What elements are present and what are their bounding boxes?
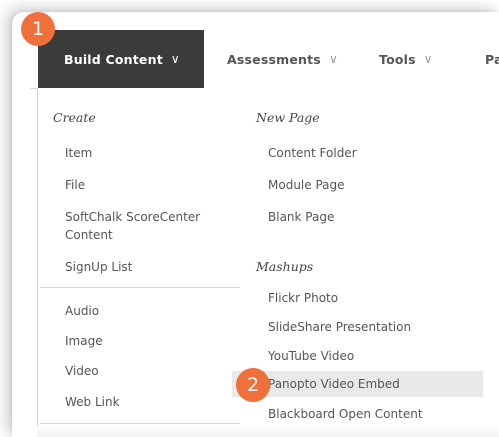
menu-divider (40, 287, 240, 288)
menu-item-blackboard-open-content[interactable]: Blackboard Open Content (268, 406, 423, 423)
menu-item-flickr-photo[interactable]: Flickr Photo (268, 290, 338, 307)
menu-item-file[interactable]: File (65, 177, 85, 194)
new-page-heading: New Page (256, 110, 320, 125)
menu-item-item[interactable]: Item (65, 145, 92, 162)
menu-item-signup-list[interactable]: SignUp List (65, 259, 132, 276)
menu-item-softchalk[interactable]: SoftChalk ScoreCenter (65, 209, 200, 226)
menu-item-video[interactable]: Video (65, 363, 99, 380)
tools-menu-button[interactable]: Tools ∨ (379, 30, 433, 88)
menu-divider (40, 423, 240, 424)
mashups-heading: Mashups (256, 259, 314, 274)
partial-menu-label: Pa (485, 51, 499, 67)
assessments-label: Assessments (227, 51, 321, 67)
step-2-badge: 2 (236, 368, 270, 402)
menu-item-softchalk-line2[interactable]: Content (65, 227, 113, 244)
step-1-badge: 1 (21, 12, 55, 46)
create-heading: Create (53, 110, 96, 125)
bottom-fade (37, 426, 499, 437)
menu-item-image[interactable]: Image (65, 333, 103, 350)
menu-item-slideshare[interactable]: SlideShare Presentation (268, 319, 411, 336)
menu-item-youtube-video[interactable]: YouTube Video (268, 348, 354, 365)
menu-item-panopto-video-embed[interactable]: Panopto Video Embed (268, 376, 400, 393)
build-content-menu-button[interactable]: Build Content ∨ (38, 30, 204, 88)
chevron-down-icon: ∨ (170, 52, 180, 66)
menu-item-blank-page[interactable]: Blank Page (268, 209, 334, 226)
tools-label: Tools (379, 51, 416, 67)
content-menubar: Build Content ∨ Assessments ∨ Tools ∨ Pa (30, 30, 499, 89)
partial-menu-button[interactable]: Pa (485, 30, 499, 88)
assessments-menu-button[interactable]: Assessments ∨ (227, 30, 338, 88)
menu-item-module-page[interactable]: Module Page (268, 177, 345, 194)
chevron-down-icon: ∨ (328, 52, 338, 66)
chevron-down-icon: ∨ (423, 52, 433, 66)
menu-item-audio[interactable]: Audio (65, 303, 99, 320)
menu-item-content-folder[interactable]: Content Folder (268, 145, 357, 162)
build-content-label: Build Content (64, 51, 163, 67)
menu-item-web-link[interactable]: Web Link (65, 394, 120, 411)
